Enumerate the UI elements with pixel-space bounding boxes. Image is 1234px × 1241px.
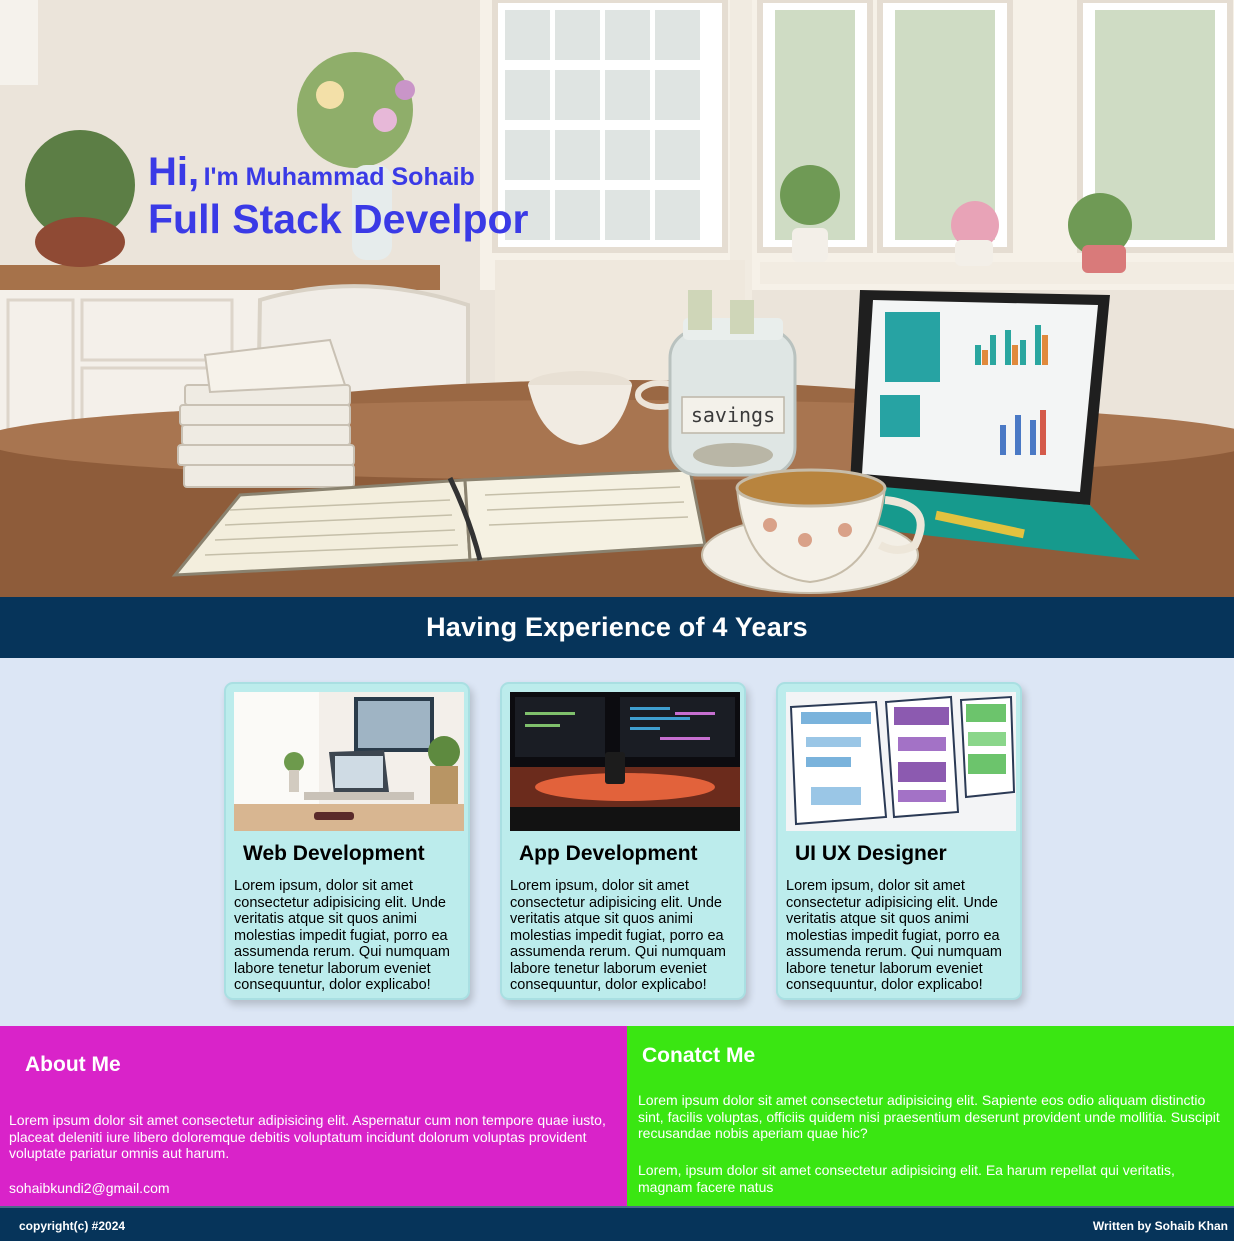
contact-paragraph-2: Lorem, ipsum dolor sit amet consectetur … xyxy=(638,1162,1175,1195)
services-section: Web Development Lorem ipsum, dolor sit a… xyxy=(0,658,1234,1026)
service-card-description: Lorem ipsum, dolor sit amet consectetur … xyxy=(234,878,450,993)
jar-label-text: savings xyxy=(691,403,775,427)
footer: copyright(c) #2024 Written by Sohaib Kha… xyxy=(0,1206,1234,1241)
about-heading: About Me xyxy=(25,1053,121,1076)
hero-greeting: Hi, I'm Muhammad Sohaib xyxy=(148,150,475,195)
hero-greeting-hi: Hi, xyxy=(148,150,200,194)
web-development-image xyxy=(234,692,464,831)
about-email[interactable]: sohaibkundi2@gmail.com xyxy=(9,1180,170,1196)
service-card-title: Web Development xyxy=(243,842,425,865)
service-card-ui-ux-designer[interactable]: UI UX Designer Lorem ipsum, dolor sit am… xyxy=(776,682,1022,1000)
hero-role: Full Stack Develpor xyxy=(148,196,529,242)
service-card-app-development[interactable]: App Development Lorem ipsum, dolor sit a… xyxy=(500,682,746,1000)
about-text: Lorem ipsum dolor sit amet consectetur a… xyxy=(9,1112,606,1161)
experience-heading: Having Experience of 4 Years xyxy=(426,612,808,642)
about-section: About Me Lorem ipsum dolor sit amet cons… xyxy=(0,1026,627,1206)
service-card-title: App Development xyxy=(519,842,698,865)
service-card-web-development[interactable]: Web Development Lorem ipsum, dolor sit a… xyxy=(224,682,470,1000)
hero-section: savings Hi, I'm Muhammad Sohaib Full Sta… xyxy=(0,0,1234,597)
contact-paragraph-1: Lorem ipsum dolor sit amet consectetur a… xyxy=(638,1092,1220,1141)
contact-heading: Conatct Me xyxy=(642,1044,756,1067)
footer-author: Written by Sohaib Khan xyxy=(1092,1219,1228,1233)
contact-section: Conatct Me Lorem ipsum dolor sit amet co… xyxy=(627,1026,1234,1206)
service-card-description: Lorem ipsum, dolor sit amet consectetur … xyxy=(786,878,1002,993)
app-development-image xyxy=(510,692,740,831)
experience-banner: Having Experience of 4 Years xyxy=(0,597,1234,658)
footer-copyright: copyright(c) #2024 xyxy=(19,1219,126,1233)
ui-ux-designer-image xyxy=(786,692,1016,831)
hero-background-image: savings xyxy=(0,0,1234,597)
hero-greeting-name: I'm Muhammad Sohaib xyxy=(203,163,475,191)
service-card-title: UI UX Designer xyxy=(795,842,947,865)
service-card-description: Lorem ipsum, dolor sit amet consectetur … xyxy=(510,878,726,993)
